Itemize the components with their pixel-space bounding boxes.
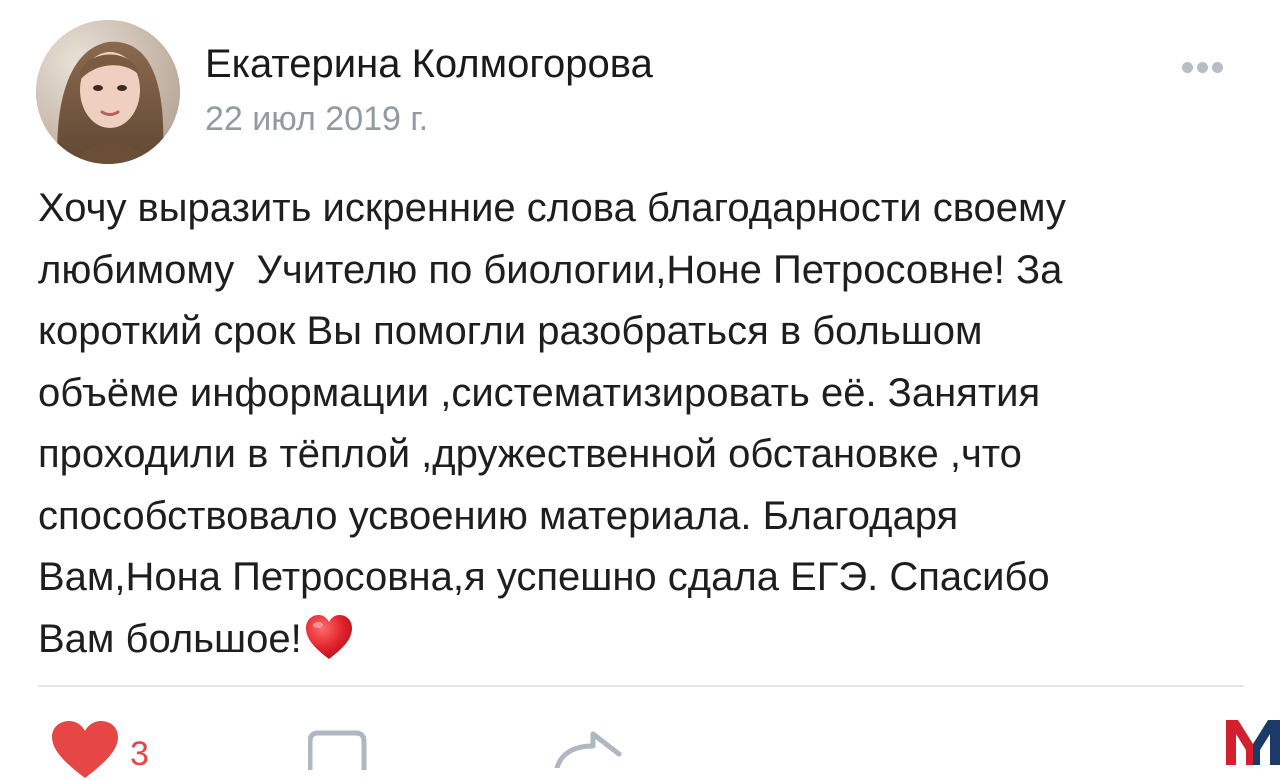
red-heart-emoji-icon: [304, 614, 354, 681]
more-dot: [1211, 61, 1223, 73]
post-text: Хочу выразить искренние слова благодарно…: [38, 178, 1248, 680]
share-button[interactable]: [553, 728, 625, 773]
share-icon: [554, 731, 622, 771]
more-dot: [1181, 61, 1193, 73]
author-avatar[interactable]: [36, 20, 180, 164]
comment-button[interactable]: [307, 730, 368, 775]
post-card: Екатерина Колмогорова 22 июл 2019 г. Хоч…: [0, 0, 1280, 778]
watermark-logo: [1226, 716, 1280, 765]
divider: [38, 685, 1244, 687]
like-count: 3: [130, 735, 149, 773]
heart-icon: [52, 721, 118, 778]
more-options-button[interactable]: [1172, 52, 1232, 82]
author-name[interactable]: Екатерина Колмогорова: [205, 40, 653, 88]
avatar-photo: [36, 20, 180, 164]
comment-icon: [307, 730, 367, 773]
m-logo-icon: [1226, 720, 1280, 765]
post-date[interactable]: 22 июл 2019 г.: [205, 98, 428, 140]
post-text-body: Хочу выразить искренние слова благодарно…: [38, 186, 1066, 661]
like-button[interactable]: 3: [50, 720, 149, 780]
more-dot: [1196, 61, 1208, 73]
